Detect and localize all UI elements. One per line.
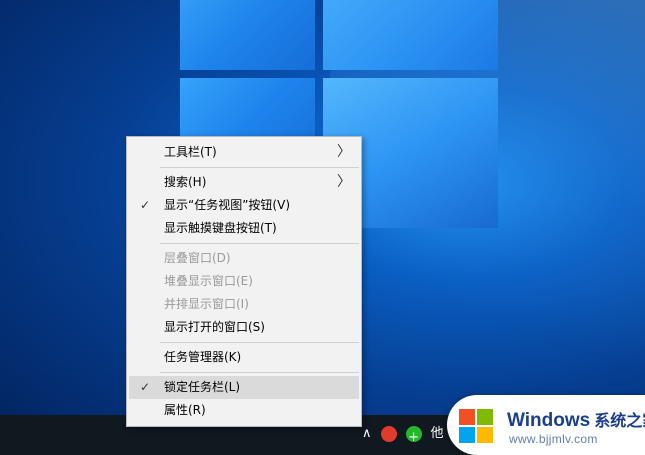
system-tray: ∧ + 他	[362, 422, 444, 446]
menu-item-side-by-side-windows[interactable]: 并排显示窗口(I)	[129, 293, 359, 316]
menu-item-task-manager[interactable]: 任务管理器(K)	[129, 346, 359, 369]
menu-item-label: 锁定任务栏(L)	[164, 380, 241, 394]
menu-item-stack-windows[interactable]: 堆叠显示窗口(E)	[129, 270, 359, 293]
desktop[interactable]: ∧ + 他 Windows系统之家 www.bjjmlv.com 工具栏(T) 〉…	[0, 0, 645, 455]
watermark-brand-cn: 系统之家	[594, 413, 645, 430]
menu-item-label: 属性(R)	[164, 403, 206, 417]
watermark-badge: Windows系统之家 www.bjjmlv.com	[447, 395, 645, 455]
logo-pane-top-right	[323, 0, 498, 70]
menu-item-label: 显示触摸键盘按钮(T)	[164, 221, 277, 235]
menu-separator	[160, 342, 359, 343]
menu-item-label: 搜索(H)	[164, 175, 207, 189]
show-hidden-icons-chevron-icon[interactable]: ∧	[362, 422, 372, 446]
menu-item-label: 工具栏(T)	[164, 145, 217, 159]
qq-tray-icon[interactable]	[380, 426, 397, 442]
menu-item-show-desktop-windows[interactable]: 显示打开的窗口(S)	[129, 316, 359, 339]
menu-separator	[160, 243, 359, 244]
menu-item-label: 堆叠显示窗口(E)	[164, 274, 253, 288]
windows-flag-icon	[459, 409, 493, 443]
menu-item-label: 显示“任务视图”按钮(V)	[164, 198, 291, 212]
watermark-url: www.bjjmlv.com	[509, 432, 598, 446]
menu-item-show-task-view-button[interactable]: ✓ 显示“任务视图”按钮(V)	[129, 194, 359, 217]
menu-item-cascade-windows[interactable]: 层叠窗口(D)	[129, 247, 359, 270]
checkmark-icon: ✓	[140, 380, 151, 394]
logo-pane-top-left	[180, 0, 315, 70]
menu-item-label: 并排显示窗口(I)	[164, 297, 249, 311]
menu-separator	[160, 372, 359, 373]
watermark-brand: Windows	[507, 410, 591, 431]
menu-item-search[interactable]: 搜索(H) 〉	[129, 171, 359, 194]
taskbar-context-menu: 工具栏(T) 〉搜索(H) 〉 ✓ 显示“任务视图”按钮(V) 显示触摸键盘按钮(T) 层叠…	[126, 136, 362, 427]
tray-text[interactable]: 他	[431, 422, 444, 446]
submenu-arrow-icon: 〉	[337, 144, 351, 160]
menu-item-show-touch-keyboard-button[interactable]: 显示触摸键盘按钮(T)	[129, 217, 359, 240]
menu-item-lock-taskbar[interactable]: ✓ 锁定任务栏(L)	[129, 376, 359, 399]
menu-item-toolbars[interactable]: 工具栏(T) 〉	[129, 141, 359, 164]
menu-item-properties[interactable]: 属性(R)	[129, 399, 359, 422]
green-plus-tray-icon[interactable]: +	[405, 426, 422, 445]
menu-item-label: 显示打开的窗口(S)	[164, 320, 265, 334]
menu-item-label: 任务管理器(K)	[164, 350, 242, 364]
menu-item-label: 层叠窗口(D)	[164, 251, 231, 265]
menu-separator	[160, 167, 359, 168]
watermark-title: Windows系统之家	[507, 407, 645, 432]
checkmark-icon: ✓	[140, 198, 151, 212]
submenu-arrow-icon: 〉	[337, 174, 351, 190]
